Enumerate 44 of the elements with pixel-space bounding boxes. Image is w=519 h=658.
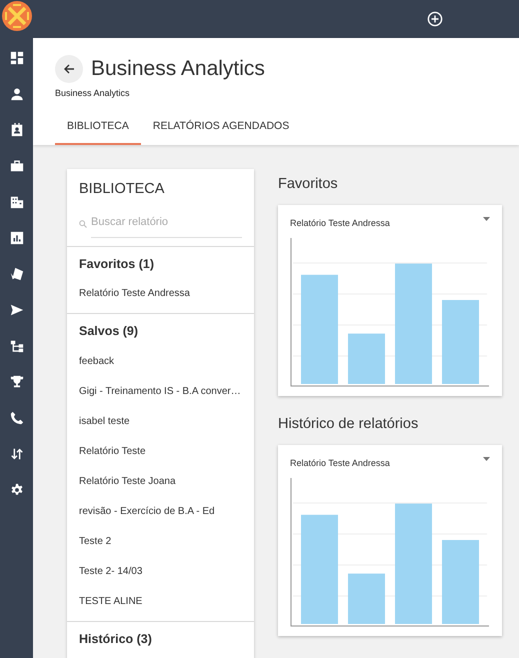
tab[interactable]: BIBLIOTECA <box>55 108 141 146</box>
chart-bar <box>348 574 385 624</box>
add-circle-icon[interactable] <box>427 11 443 27</box>
search-icon <box>79 220 87 228</box>
report-name: Relatório Teste Andressa <box>290 456 390 470</box>
trophy-icon[interactable] <box>10 375 24 389</box>
dashboard-icon[interactable] <box>10 51 24 65</box>
briefcase-icon[interactable] <box>10 159 24 173</box>
logo-icon[interactable] <box>0 0 32 32</box>
report-name: Relatório Teste Andressa <box>290 216 390 230</box>
report-item[interactable]: Relatório Teste Joana <box>79 467 176 497</box>
report-item[interactable]: feeback <box>79 347 114 377</box>
section-title: Favoritos <box>278 176 339 194</box>
building-icon[interactable] <box>10 195 24 209</box>
back-arrow-icon <box>63 63 75 75</box>
phone-icon[interactable] <box>10 411 24 425</box>
back-button[interactable] <box>55 55 83 83</box>
section-heading: Salvos (9) <box>79 323 140 340</box>
page-title: Business Analytics <box>91 56 265 82</box>
dropdown-icon[interactable] <box>483 456 490 461</box>
report-item[interactable]: revisão - Exercício de B.A - Ed <box>79 497 215 527</box>
hierarchy-icon[interactable] <box>10 339 24 353</box>
section-title: Histórico de relatórios <box>278 416 420 434</box>
send-icon[interactable] <box>10 303 24 317</box>
bar-chart-icon[interactable] <box>10 231 24 245</box>
dropdown-icon[interactable] <box>483 216 490 221</box>
report-item[interactable]: Gigi - Treinamento IS - B.A conver… <box>79 377 241 407</box>
settings-icon[interactable] <box>10 483 24 497</box>
report-item[interactable]: Teste 2 <box>79 527 112 557</box>
section-heading: Favoritos (1) <box>79 256 156 273</box>
person-icon[interactable] <box>10 87 24 101</box>
chart-bar <box>348 334 385 384</box>
breadcrumb: Business Analytics <box>55 87 131 100</box>
report-item[interactable]: Relatório Teste <box>79 437 146 467</box>
report-item[interactable]: TESTE ALINE <box>79 587 142 617</box>
report-item[interactable]: Relatório Teste Andressa <box>79 279 190 310</box>
tab[interactable]: RELATÓRIOS AGENDADOS <box>140 108 302 146</box>
library-title: BIBLIOTECA <box>79 180 166 200</box>
contact-card-icon[interactable] <box>10 123 24 137</box>
report-item[interactable]: Teste 2- 14/03 <box>79 557 142 587</box>
report-item[interactable]: isabel teste <box>79 407 130 437</box>
swap-icon[interactable] <box>10 447 24 461</box>
tags-icon[interactable] <box>10 267 24 281</box>
section-heading: Histórico (3) <box>79 631 153 648</box>
